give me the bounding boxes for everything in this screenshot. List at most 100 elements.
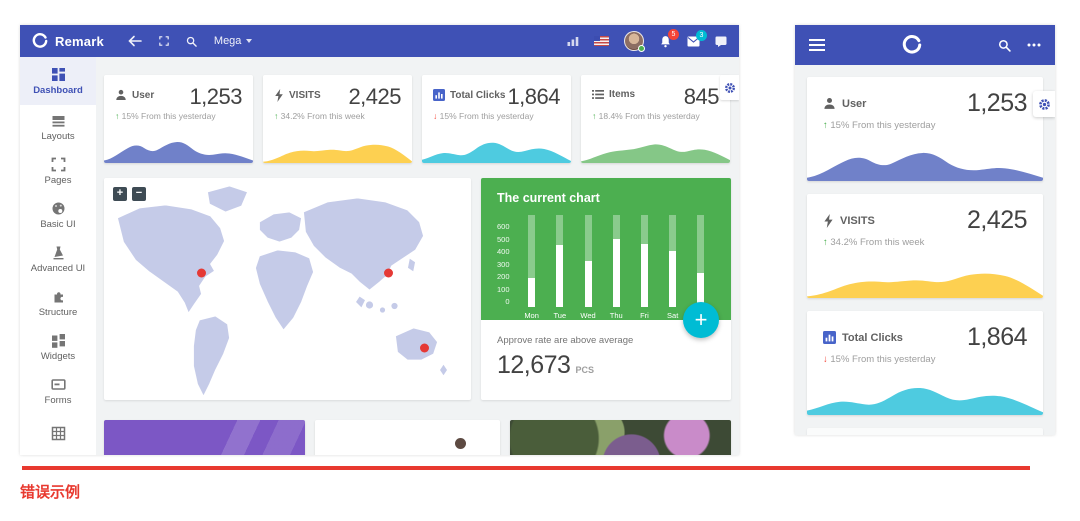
user-icon <box>823 97 836 110</box>
sidebar-item-forms[interactable]: Forms <box>20 369 96 413</box>
sidebar-item-widgets[interactable]: Widgets <box>20 325 96 369</box>
sidebar-item-layouts[interactable]: Layouts <box>20 105 96 149</box>
stat-trend: ↓ 15% From this yesterday <box>422 110 571 121</box>
sidebar-item-label: Dashboard <box>33 85 83 96</box>
stat-trend: ↑ 15% From this yesterday <box>807 118 1043 131</box>
y-tick: 500 <box>497 235 510 244</box>
stat-card-items: Items 845 ↑ 18.4% From this yesterday <box>581 75 730 163</box>
world-map-card[interactable]: + − <box>104 178 471 400</box>
y-tick: 200 <box>497 272 510 281</box>
search-icon[interactable] <box>998 39 1011 52</box>
notifications-button[interactable]: 5 <box>659 35 672 48</box>
next-card-partial <box>807 428 1043 435</box>
bar-chart-icon <box>823 331 836 344</box>
x-tick: Mon <box>524 311 539 320</box>
stat-trend: ↑ 34.2% From this week <box>263 110 412 121</box>
white-card <box>315 420 501 455</box>
stat-value: 1,864 <box>507 84 560 110</box>
settings-handle-button[interactable] <box>720 75 739 100</box>
add-fab-button[interactable]: + <box>683 302 719 338</box>
approve-rate-text: Approve rate are above average <box>497 335 715 346</box>
user-sparkline-chart <box>807 137 1043 181</box>
bar <box>556 245 563 307</box>
map-zoom-out-button[interactable]: − <box>132 187 146 201</box>
stat-label: VISITS <box>289 90 321 101</box>
settings-handle-button[interactable] <box>1033 91 1055 117</box>
brand[interactable]: Remark <box>32 33 104 49</box>
stat-value: 2,425 <box>967 206 1027 235</box>
sidebar-item-advanced-ui[interactable]: Advanced UI <box>20 237 96 281</box>
messages-button[interactable]: 3 <box>687 36 700 47</box>
weekly-bar-chart-panel: The current chart 6005004003002001000 Mo… <box>481 178 731 320</box>
sidebar-item-pages[interactable]: Pages <box>20 149 96 193</box>
stat-value: 1,253 <box>967 89 1027 118</box>
pages-icon <box>51 157 66 172</box>
stat-label: User <box>132 90 154 101</box>
mini-avatar <box>455 438 466 449</box>
visits-sparkline-chart <box>807 254 1043 298</box>
desktop-dashboard: Remark Mega 5 3 <box>20 25 739 455</box>
form-field-icon <box>51 377 66 392</box>
annotation-label: 错误示例 <box>20 481 80 502</box>
clicks-sparkline-chart <box>807 371 1043 415</box>
stat-card-visits: VISITS 2,425 ↑ 34.2% From this week <box>263 75 412 163</box>
stat-trend: ↑ 18.4% From this yesterday <box>581 110 730 121</box>
bar-track <box>669 215 676 307</box>
top-navbar: Remark Mega 5 3 <box>20 25 739 57</box>
current-chart-card: The current chart 6005004003002001000 Mo… <box>481 178 731 400</box>
main-content: User 1,253 ↑ 15% From this yesterday VIS… <box>96 57 739 455</box>
language-flag-icon[interactable] <box>594 36 609 46</box>
map-marker-china[interactable] <box>384 269 393 278</box>
map-marker-north-america[interactable] <box>197 269 206 278</box>
user-sparkline-chart <box>104 130 253 163</box>
sidebar-item-tables[interactable] <box>20 413 96 455</box>
chart-title: The current chart <box>497 191 715 205</box>
x-tick: Tue <box>554 311 567 320</box>
stat-label: VISITS <box>840 215 875 227</box>
stat-card-total-clicks: Total Clicks 1,864 ↓ 15% From this yeste… <box>422 75 571 163</box>
mega-menu[interactable]: Mega <box>214 35 253 47</box>
sidebar-item-label: Structure <box>39 307 78 318</box>
stat-label: Items <box>609 89 635 100</box>
sidebar-item-structure[interactable]: Structure <box>20 281 96 325</box>
y-tick: 100 <box>497 285 510 294</box>
remark-logo-icon[interactable] <box>825 35 998 55</box>
bar-track <box>697 215 704 307</box>
bar-track <box>585 215 592 307</box>
dashboard-icon <box>51 67 66 82</box>
chat-sidebar-icon[interactable] <box>715 36 727 47</box>
user-avatar[interactable] <box>624 31 644 51</box>
world-map <box>104 178 471 400</box>
items-sparkline-chart <box>581 130 730 163</box>
stat-label: Total Clicks <box>450 90 505 101</box>
mini-chart-icon[interactable] <box>567 36 579 46</box>
map-marker-australia[interactable] <box>420 344 429 353</box>
y-tick: 300 <box>497 260 510 269</box>
sidebar-item-basic-ui[interactable]: Basic UI <box>20 193 96 237</box>
mobile-stat-card-user: User 1,253 ↑ 15% From this yesterday <box>807 77 1043 181</box>
map-zoom-in-button[interactable]: + <box>113 187 127 201</box>
stat-label: User <box>842 98 866 110</box>
bar-chart-icon <box>433 89 445 101</box>
palette-icon <box>51 201 66 216</box>
mobile-navbar <box>795 25 1055 65</box>
bar <box>528 278 535 307</box>
hamburger-menu-icon[interactable] <box>809 39 825 51</box>
x-tick: Wed <box>580 311 595 320</box>
online-status-dot <box>638 45 645 52</box>
x-tick: Fri <box>640 311 649 320</box>
fullscreen-icon[interactable] <box>159 36 169 46</box>
sidebar-item-label: Basic UI <box>40 219 75 230</box>
more-options-icon[interactable] <box>1027 43 1041 47</box>
back-arrow-icon[interactable] <box>128 35 142 47</box>
sidebar-item-dashboard[interactable]: Dashboard <box>20 57 96 105</box>
puzzle-icon <box>51 289 66 304</box>
widgets-icon <box>51 333 66 348</box>
approve-rate-unit: PCS <box>575 365 594 375</box>
stat-label: Total Clicks <box>842 332 903 344</box>
stat-trend: ↑ 15% From this yesterday <box>104 110 253 121</box>
sidebar-item-label: Layouts <box>41 131 74 142</box>
bar-track <box>613 215 620 307</box>
message-badge: 3 <box>696 30 707 41</box>
search-icon[interactable] <box>186 36 197 47</box>
